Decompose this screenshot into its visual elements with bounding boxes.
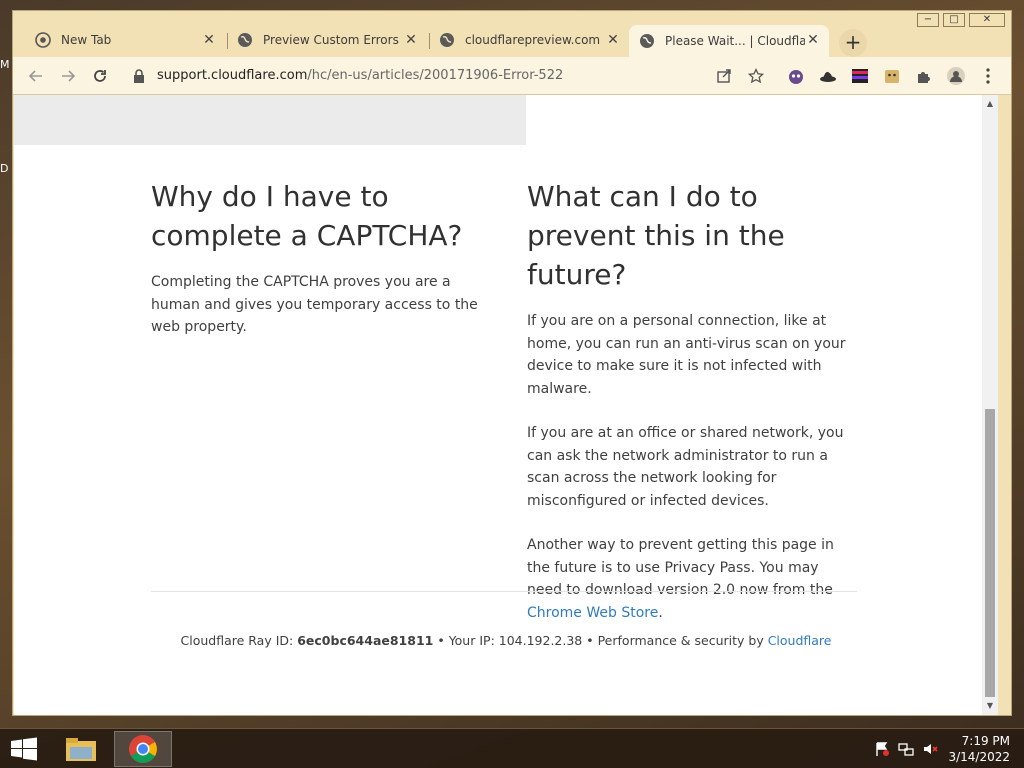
why-captcha-heading: Why do I have to complete a CAPTCHA? — [151, 180, 463, 252]
globe-icon — [439, 32, 455, 48]
desktop-icon-label-fragment: M — [0, 58, 10, 71]
close-tab-icon[interactable]: ✕ — [403, 32, 419, 48]
why-captcha-text: Completing the CAPTCHA proves you are a … — [151, 274, 478, 335]
period: . — [658, 604, 663, 621]
close-tab-icon[interactable]: ✕ — [201, 32, 217, 48]
extensions-puzzle-icon[interactable] — [913, 65, 935, 87]
taskbar: 7:19 PM 3/14/2022 — [0, 728, 1024, 768]
prevent-heading: What can I do to prevent this in the fut… — [527, 180, 785, 291]
prevent-text-privacy-pass: Another way to prevent getting this page… — [527, 534, 857, 624]
extension-hat-icon[interactable] — [817, 65, 839, 87]
menu-kebab-icon[interactable] — [977, 65, 999, 87]
maximize-button[interactable]: □ — [943, 13, 965, 27]
privacy-pass-text: Another way to prevent getting this page… — [527, 537, 834, 598]
profile-avatar-icon[interactable] — [945, 65, 967, 87]
clock-time: 7:19 PM — [961, 734, 1010, 748]
cloudflare-footer: Cloudflare Ray ID: 6ec0bc644ae81811 • Yo… — [14, 633, 998, 648]
browser-window: New Tab ✕ Preview Custom Errors ✕ cloudf… — [12, 10, 1012, 716]
close-tab-icon[interactable]: ✕ — [805, 32, 821, 48]
scroll-up-arrow-icon[interactable]: ▲ — [985, 99, 995, 109]
network-icon[interactable] — [898, 741, 914, 757]
tab-please-wait[interactable]: Please Wait... | Cloudflare ✕ — [629, 25, 829, 57]
extension-dog-icon[interactable] — [881, 65, 903, 87]
forward-icon[interactable] — [57, 65, 79, 87]
captcha-panel-bottom — [14, 95, 526, 145]
file-explorer-icon[interactable] — [58, 731, 104, 767]
why-captcha-section: Why do I have to complete a CAPTCHA? Com… — [151, 177, 481, 361]
browser-toolbar: support.cloudflare.com/hc/en-us/articles… — [13, 57, 1011, 95]
reload-icon[interactable] — [89, 65, 111, 87]
tab-preview-custom-errors[interactable]: Preview Custom Errors ✕ — [227, 25, 427, 55]
volume-muted-icon[interactable] — [922, 741, 938, 757]
tab-title: Preview Custom Errors — [263, 33, 399, 47]
extension-color-icon[interactable] — [849, 65, 871, 87]
prevent-text-personal: If you are on a personal connection, lik… — [527, 313, 846, 397]
page-viewport: Why do I have to complete a CAPTCHA? Com… — [14, 95, 998, 715]
desktop-icon-label-fragment: D — [0, 162, 9, 175]
vertical-scrollbar[interactable]: ▲ ▼ — [982, 95, 998, 715]
globe-icon — [639, 33, 655, 49]
system-clock[interactable]: 7:19 PM 3/14/2022 — [948, 733, 1010, 765]
globe-icon — [237, 32, 253, 48]
scrollbar-thumb[interactable] — [985, 409, 995, 697]
url-text: support.cloudflare.com/hc/en-us/articles… — [157, 68, 563, 83]
prevent-section: What can I do to prevent this in the fut… — [527, 177, 857, 646]
close-tab-icon[interactable]: ✕ — [605, 32, 621, 48]
chrome-web-store-link[interactable]: Chrome Web Store — [527, 605, 658, 621]
lock-icon[interactable] — [133, 68, 145, 87]
your-ip: Your IP: 104.192.2.38 — [448, 633, 583, 648]
close-window-button[interactable]: ✕ — [969, 13, 1005, 27]
extension-mascot-icon[interactable] — [785, 65, 807, 87]
scroll-down-arrow-icon[interactable]: ▼ — [985, 701, 995, 711]
performance-text: Performance & security by — [597, 633, 768, 648]
minimize-button[interactable]: − — [917, 13, 939, 27]
url-path: /hc/en-us/articles/200171906-Error-522 — [307, 68, 564, 83]
ray-id-label: Cloudflare Ray ID: — [180, 633, 298, 648]
tab-new-tab[interactable]: New Tab ✕ — [25, 25, 225, 55]
prevent-text-office: If you are at an office or shared networ… — [527, 425, 844, 509]
chrome-icon — [35, 32, 51, 48]
tab-cloudflarepreview[interactable]: cloudflarepreview.com | 5... ✕ — [429, 25, 629, 55]
footer-separator: • — [582, 633, 598, 648]
bookmark-star-icon[interactable] — [745, 65, 767, 87]
tab-title: New Tab — [61, 33, 112, 47]
tab-title: cloudflarepreview.com | 5... — [465, 33, 605, 47]
address-bar[interactable]: support.cloudflare.com/hc/en-us/articles… — [123, 61, 788, 91]
url-host: support.cloudflare.com — [157, 68, 308, 83]
start-button[interactable] — [6, 731, 42, 767]
share-icon[interactable] — [713, 65, 735, 87]
ray-id-value: 6ec0bc644ae81811 — [297, 633, 434, 648]
back-icon[interactable] — [25, 65, 47, 87]
cloudflare-link[interactable]: Cloudflare — [768, 633, 832, 648]
chrome-taskbar-icon[interactable] — [114, 731, 172, 767]
clock-date: 3/14/2022 — [948, 750, 1010, 764]
action-center-flag-icon[interactable] — [874, 741, 890, 757]
tab-title: Please Wait... | Cloudflare — [665, 34, 805, 48]
footer-separator: • — [433, 633, 449, 648]
footer-divider — [151, 591, 857, 592]
new-tab-button[interactable]: + — [839, 29, 867, 57]
